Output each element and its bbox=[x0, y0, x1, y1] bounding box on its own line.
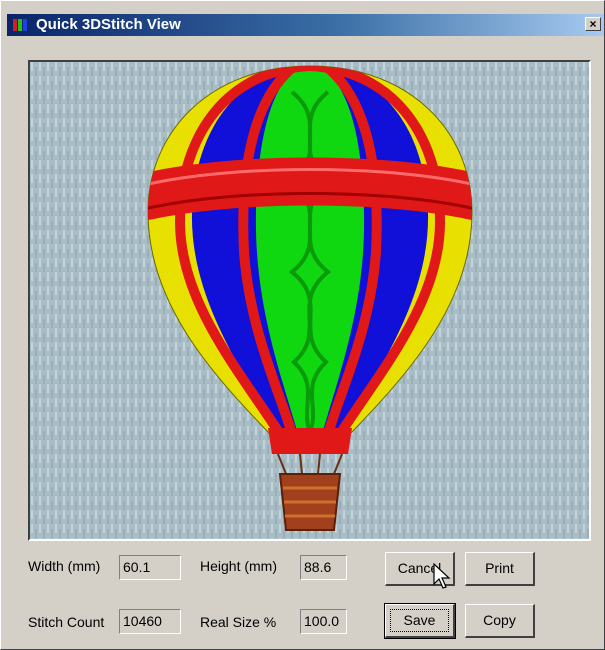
width-label: Width (mm) bbox=[28, 558, 101, 574]
stitch-count-label: Stitch Count bbox=[28, 614, 105, 630]
window-title: Quick 3DStitch View bbox=[36, 16, 181, 33]
stitch-count-field: 10460 bbox=[119, 609, 181, 634]
width-field: 60.1 bbox=[119, 555, 181, 580]
copy-button-label: Copy bbox=[483, 612, 516, 628]
hot-air-balloon-embroidery bbox=[30, 62, 589, 539]
quick-3dstitch-view-dialog: Quick 3DStitch View × Width (mm) 60.1 He… bbox=[0, 0, 605, 650]
save-button[interactable]: Save bbox=[384, 603, 456, 639]
print-button-label: Print bbox=[485, 560, 514, 576]
real-size-field: 100.0 bbox=[300, 609, 347, 634]
real-size-label: Real Size % bbox=[200, 614, 277, 630]
copy-button[interactable]: Copy bbox=[465, 604, 535, 638]
embroidery-app-icon bbox=[13, 19, 27, 31]
title-bar[interactable]: Quick 3DStitch View × bbox=[7, 14, 604, 36]
stitch-preview bbox=[28, 60, 591, 541]
close-button[interactable]: × bbox=[585, 17, 601, 31]
focus-rectangle bbox=[390, 609, 449, 632]
height-label: Height (mm) bbox=[200, 558, 278, 574]
close-icon: × bbox=[589, 17, 597, 31]
height-field: 88.6 bbox=[300, 555, 347, 580]
arrow-cursor-icon bbox=[433, 563, 451, 589]
print-button[interactable]: Print bbox=[465, 552, 535, 586]
